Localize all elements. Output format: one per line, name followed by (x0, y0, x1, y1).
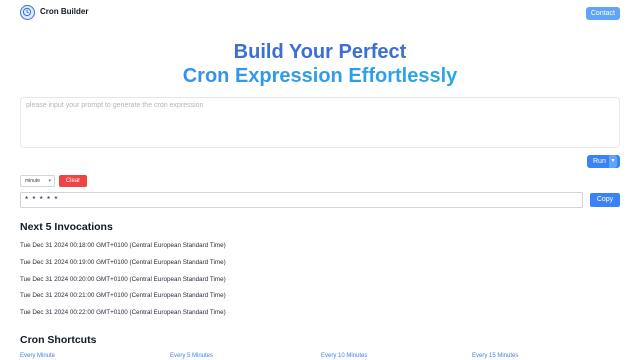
list-item: Tue Dec 31 2024 00:18:00 GMT+0100 (Centr… (20, 242, 226, 249)
shortcut-every-10-minutes[interactable]: Every 10 Minutes (321, 353, 367, 359)
unit-select[interactable]: minute ▾ (20, 175, 55, 187)
hero-line-2: Cron Expression Effortlessly (0, 64, 640, 88)
shortcut-every-5-minutes[interactable]: Every 5 Minutes (170, 353, 213, 359)
contact-button[interactable]: Contact (585, 7, 620, 20)
invocations-title: Next 5 Invocations (20, 221, 113, 233)
hero-heading: Build Your Perfect Cron Expression Effor… (0, 40, 640, 88)
shortcut-every-15-minutes[interactable]: Every 15 Minutes (472, 353, 518, 359)
copy-button[interactable]: Copy (590, 193, 620, 207)
list-item: Tue Dec 31 2024 00:22:00 GMT+0100 (Centr… (20, 309, 226, 317)
cron-expression-field[interactable]: * * * * * (20, 192, 583, 208)
shortcuts-title: Cron Shortcuts (20, 334, 97, 346)
brand-name[interactable]: Cron Builder (40, 7, 88, 16)
list-item: Tue Dec 31 2024 00:21:00 GMT+0100 (Centr… (20, 292, 226, 300)
shortcuts-list: Every Minute Every 5 Minutes Every 10 Mi… (20, 353, 620, 360)
clock-icon[interactable] (20, 5, 35, 20)
top-bar: Cron Builder Contact (0, 0, 640, 26)
prompt-input[interactable] (20, 97, 620, 148)
shortcut-every-minute[interactable]: Every Minute (20, 353, 55, 359)
chevron-down-icon: ▾ (48, 178, 51, 184)
list-item: Tue Dec 31 2024 00:19:00 GMT+0100 (Centr… (20, 258, 226, 266)
invocations-list: Tue Dec 31 2024 00:18:00 GMT+0100 (Centr… (20, 241, 226, 325)
chevron-down-icon[interactable]: ▾ (609, 155, 617, 168)
run-label: Run (593, 158, 606, 165)
hero-line-1: Build Your Perfect (233, 41, 407, 63)
clear-button[interactable]: Clear (59, 175, 87, 187)
unit-select-value: minute (25, 178, 41, 184)
list-item: Tue Dec 31 2024 00:20:00 GMT+0100 (Centr… (20, 275, 226, 283)
run-button[interactable]: Run ▾ (587, 155, 620, 168)
